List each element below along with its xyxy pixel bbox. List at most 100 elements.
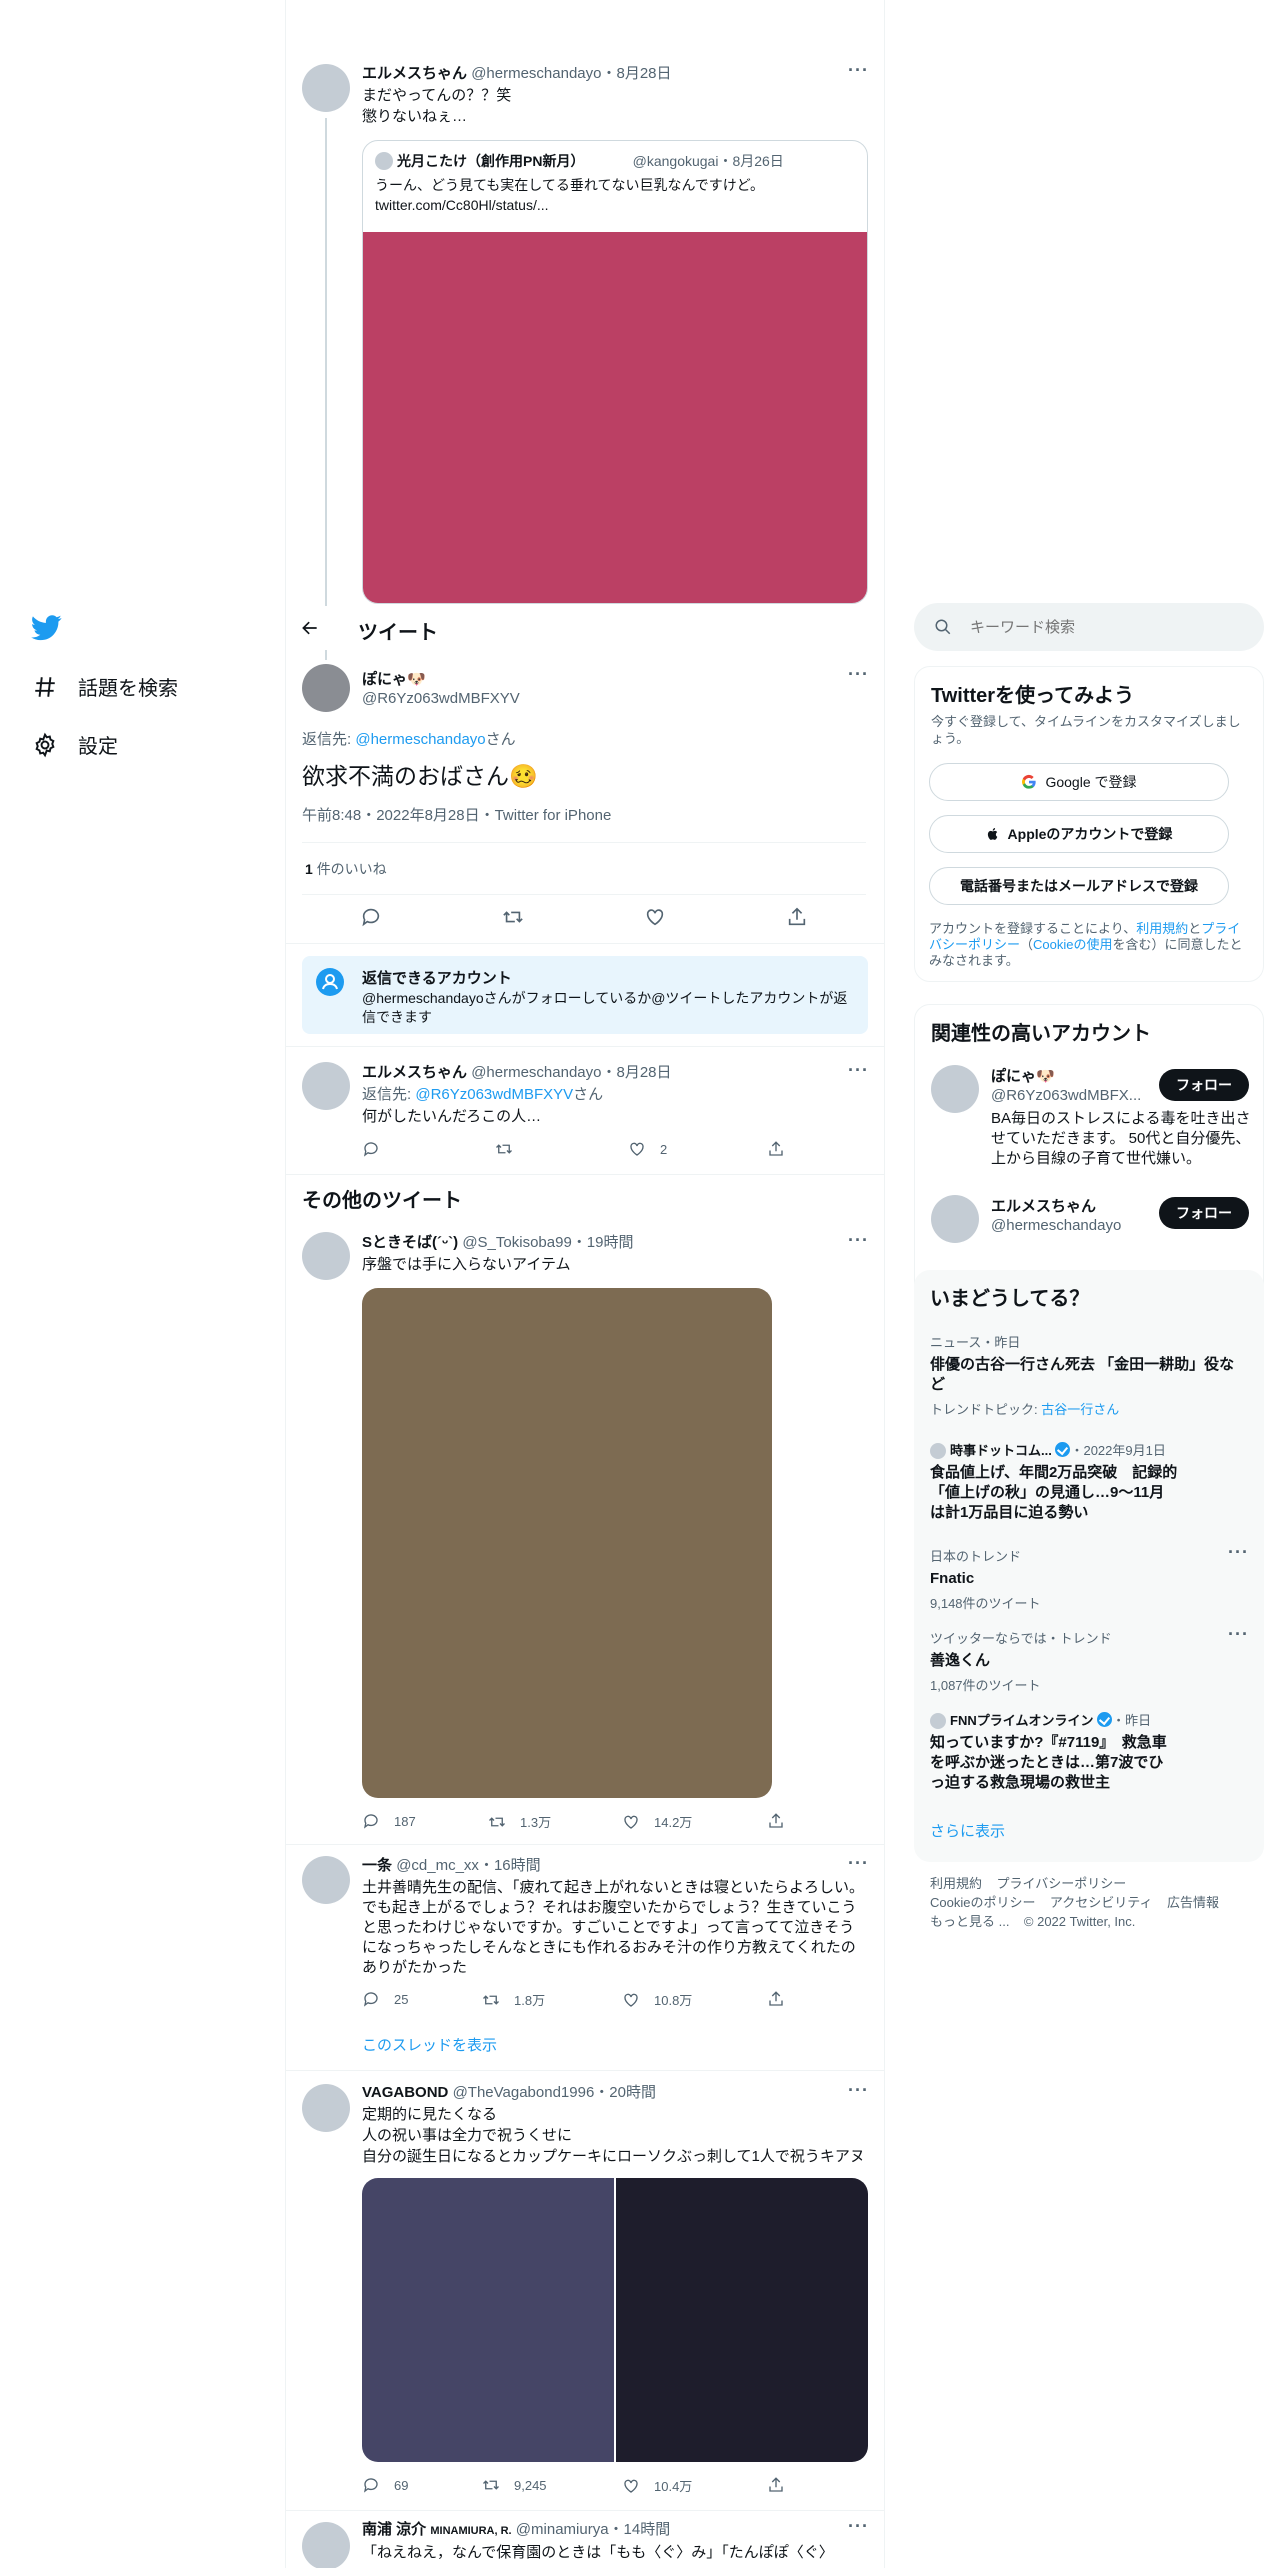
show-thread-link[interactable]: このスレッドを表示	[362, 2036, 497, 2056]
more-icon[interactable]: ···	[1228, 1624, 1249, 1645]
trend-topic-link[interactable]: 古谷一行さん	[1041, 1402, 1119, 1417]
footer-link[interactable]: 利用規約	[930, 1876, 982, 1891]
trend-item[interactable]: ツイッターならでは・トレンド 善逸くん 1,087件のツイート	[930, 1628, 1248, 1694]
footer-link[interactable]: プライバシーポリシー	[996, 1876, 1126, 1891]
likes-summary[interactable]: 1 件のいいね	[305, 860, 387, 879]
account-info[interactable]: ぽにゃ🐶 @R6Yz063wdMBFX...	[991, 1065, 1141, 1106]
follow-button[interactable]: フォロー	[1159, 1069, 1249, 1101]
footer-link[interactable]: Cookieのポリシー	[930, 1895, 1035, 1910]
handle[interactable]: @hermeschandayo	[471, 1064, 601, 1081]
apple-signup-button[interactable]: Appleのアカウントで登録	[929, 815, 1229, 853]
twitter-logo[interactable]	[30, 612, 62, 649]
share-button[interactable]	[767, 1812, 785, 1830]
google-signup-button[interactable]: Google で登録	[929, 763, 1229, 801]
terms-link[interactable]: 利用規約	[1136, 921, 1188, 936]
handle[interactable]: @hermeschandayo	[471, 65, 601, 82]
display-name[interactable]: 南浦 涼介	[362, 2521, 426, 2538]
tweet-date[interactable]: ・19時間	[572, 1234, 634, 1251]
share-button[interactable]	[767, 1140, 785, 1158]
handle[interactable]: @cd_mc_xx	[396, 1857, 479, 1874]
more-icon[interactable]: ···	[848, 1853, 869, 1874]
more-icon[interactable]: ···	[1228, 1542, 1249, 1563]
show-more-link[interactable]: さらに表示	[930, 1822, 1005, 1842]
retweet-button[interactable]: 9,245	[482, 2476, 547, 2494]
footer-link[interactable]: 広告情報	[1167, 1895, 1219, 1910]
more-icon[interactable]: ···	[848, 1230, 869, 1251]
display-name[interactable]: Sときそば(´ᵕ`)	[362, 1234, 458, 1251]
more-icon[interactable]: ···	[848, 2516, 869, 2537]
nav-settings[interactable]: 設定	[32, 730, 118, 759]
like-button[interactable]: 2	[628, 1140, 667, 1158]
tweet-date[interactable]: ・14時間	[609, 2521, 671, 2538]
display-name[interactable]: ぽにゃ🐶	[362, 668, 520, 689]
share-button[interactable]	[767, 2476, 785, 2494]
tweet-image[interactable]	[362, 1288, 772, 1798]
tweet-date[interactable]: ・8月28日	[602, 1064, 672, 1081]
trend-item[interactable]: 日本のトレンド Fnatic 9,148件のツイート	[930, 1546, 1248, 1612]
retweet-button[interactable]	[495, 1140, 513, 1158]
quote-text: うーん、どう見ても実在してる垂れてない巨乳なんですけど。	[375, 177, 765, 193]
phone-email-signup-button[interactable]: 電話番号またはメールアドレスで登録	[929, 867, 1229, 905]
share-button[interactable]	[767, 1990, 785, 2008]
footer-link[interactable]: もっと見る ...	[930, 1914, 1009, 1929]
trend-item[interactable]: 時事ドットコム... ・2022年9月1日 食品値上げ、年間2万品突破 記録的「…	[930, 1440, 1178, 1523]
nav-explore[interactable]: 話題を検索	[32, 672, 178, 701]
like-button[interactable]: 10.8万	[622, 1990, 692, 2009]
display-name[interactable]: 一条	[362, 1857, 392, 1874]
handle[interactable]: @TheVagabond1996	[453, 2084, 595, 2101]
more-icon[interactable]: ···	[848, 2080, 869, 2101]
tweet-image[interactable]	[616, 2178, 868, 2462]
search-input[interactable]	[970, 615, 1240, 639]
search-box[interactable]	[914, 603, 1264, 651]
reply-button[interactable]: 187	[362, 1812, 416, 1830]
quote-image[interactable]	[363, 232, 867, 603]
like-button[interactable]: 10.4万	[622, 2476, 692, 2495]
reply-to-link[interactable]: @hermeschandayo	[355, 731, 485, 748]
display-name[interactable]: VAGABOND	[362, 2084, 448, 2101]
like-icon[interactable]	[644, 906, 666, 928]
avatar[interactable]	[302, 1856, 350, 1904]
main-tweet-author[interactable]: ぽにゃ🐶 @R6Yz063wdMBFXYV	[362, 668, 520, 709]
reply-button[interactable]: 25	[362, 1990, 408, 2008]
more-icon[interactable]: ···	[848, 60, 869, 81]
back-arrow-icon[interactable]	[300, 618, 320, 638]
footer-link[interactable]: アクセシビリティ	[1050, 1895, 1153, 1910]
avatar[interactable]	[302, 64, 350, 112]
retweet-icon[interactable]	[502, 906, 524, 928]
like-button[interactable]: 14.2万	[622, 1812, 692, 1831]
account-info[interactable]: エルメスちゃん @hermeschandayo	[991, 1195, 1121, 1236]
retweet-button[interactable]: 1.3万	[488, 1812, 551, 1831]
avatar[interactable]	[931, 1065, 979, 1113]
follow-button[interactable]: フォロー	[1159, 1197, 1249, 1229]
trend-item[interactable]: FNNプライムオンライン ・昨日 知っていますか?『#7119』 救急車を呼ぶか…	[930, 1710, 1170, 1793]
display-name[interactable]: エルメスちゃん	[362, 65, 467, 82]
more-icon[interactable]: ···	[848, 1060, 869, 1081]
retweet-button[interactable]: 1.8万	[482, 1990, 545, 2009]
reply-icon[interactable]	[360, 906, 382, 928]
reply-to-link[interactable]: @R6Yz063wdMBFXYV	[415, 1086, 573, 1103]
tweet-image[interactable]	[362, 2178, 614, 2462]
handle[interactable]: @R6Yz063wdMBFXYV	[362, 689, 520, 709]
cookie-link[interactable]: Cookieの使用	[1033, 937, 1112, 952]
avatar[interactable]	[302, 1062, 350, 1110]
avatar[interactable]	[302, 2522, 350, 2568]
reply-button[interactable]	[362, 1140, 380, 1158]
more-icon[interactable]: ···	[848, 664, 869, 685]
trend-item[interactable]: ニュース・昨日 俳優の古谷一行さん死去 「金田一耕助」役など トレンドトピック:…	[930, 1332, 1248, 1418]
retweet-icon	[496, 1144, 512, 1154]
tweet-date[interactable]: ・8月28日	[602, 65, 672, 82]
tweet-meta[interactable]: 午前8:48・2022年8月28日・Twitter for iPhone	[302, 806, 611, 826]
copyright: © 2022 Twitter, Inc.	[1023, 1914, 1136, 1929]
tweet-date[interactable]: ・20時間	[594, 2084, 656, 2101]
reply-button[interactable]: 69	[362, 2476, 408, 2494]
handle[interactable]: @minamiurya	[516, 2521, 609, 2538]
display-name[interactable]: エルメスちゃん	[362, 1064, 467, 1081]
avatar[interactable]	[302, 2084, 350, 2132]
tweet-date[interactable]: ・16時間	[479, 1857, 541, 1874]
avatar[interactable]	[302, 664, 350, 712]
avatar[interactable]	[302, 1232, 350, 1280]
share-icon[interactable]	[786, 906, 808, 928]
handle[interactable]: @S_Tokisoba99	[462, 1234, 571, 1251]
quote-tweet[interactable]: 光月こたけ（創作用PN新月） @kangokugai・8月26日 うーん、どう見…	[362, 140, 868, 604]
avatar[interactable]	[931, 1195, 979, 1243]
